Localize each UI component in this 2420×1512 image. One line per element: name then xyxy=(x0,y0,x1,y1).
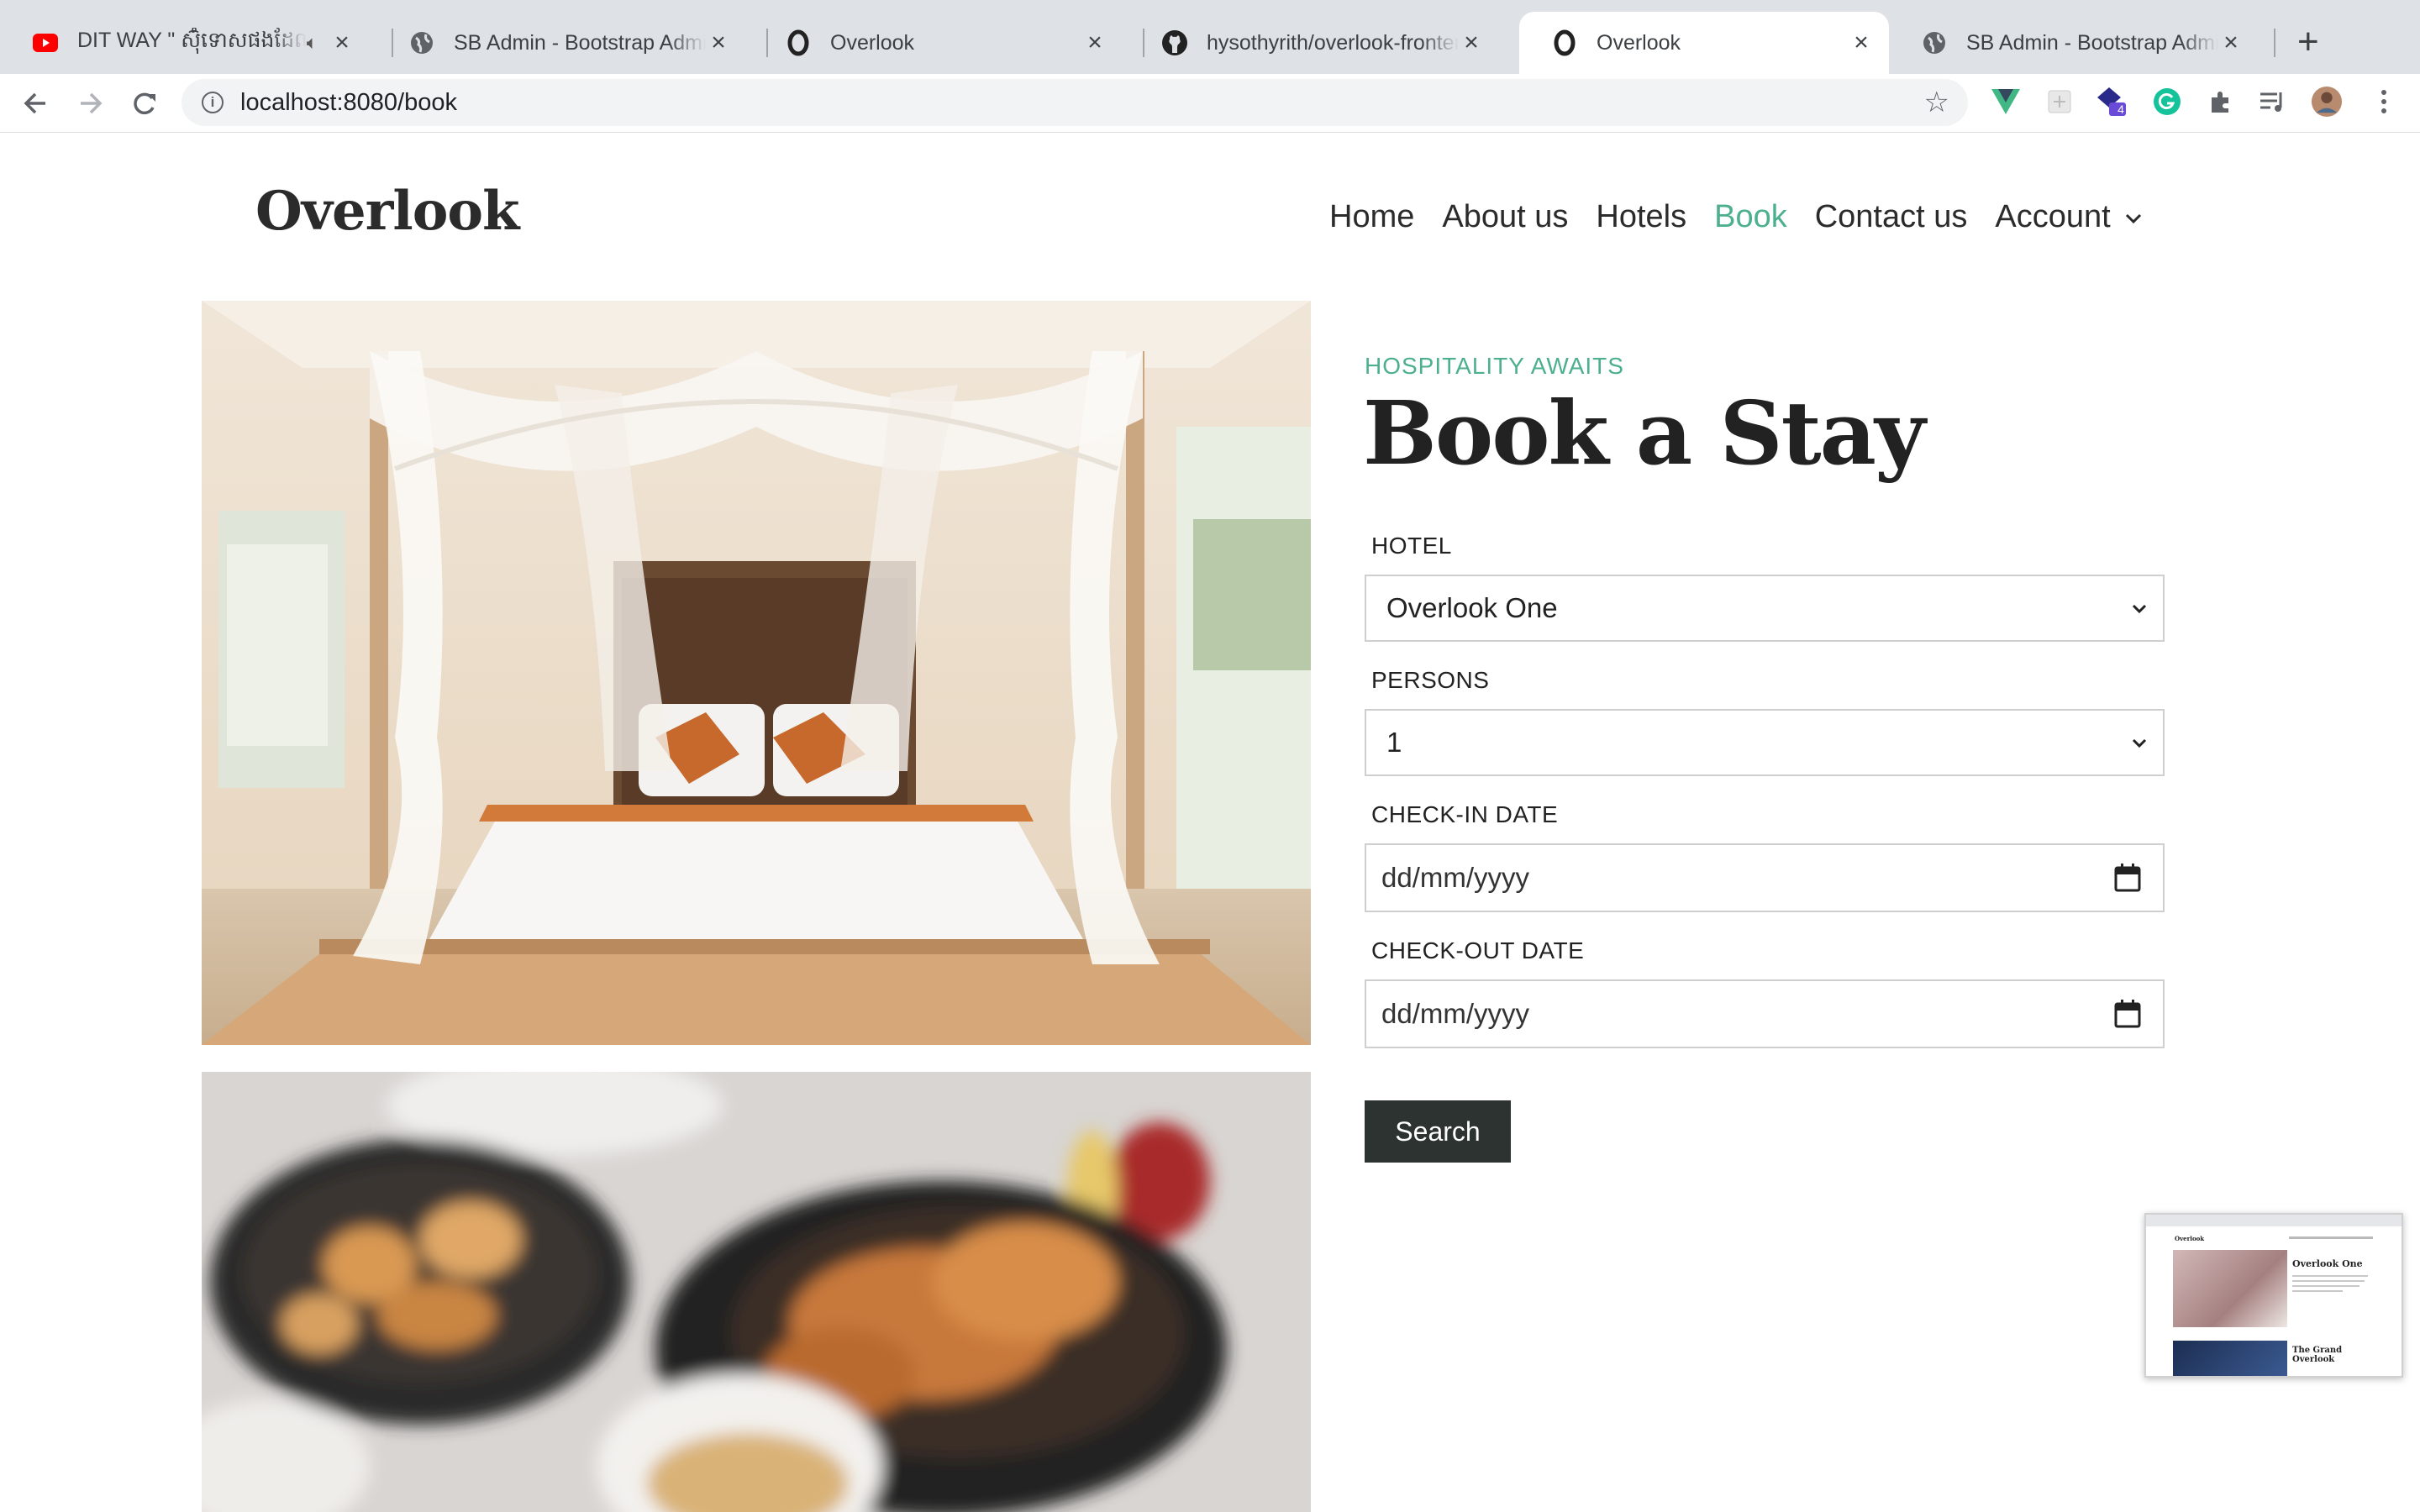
thumbnail-brand: Overlook xyxy=(2175,1235,2205,1242)
persons-label: PERSONS xyxy=(1371,667,1490,693)
close-tab-icon[interactable]: × xyxy=(2218,29,2244,57)
browser-tab-active[interactable]: Overlook × xyxy=(1519,12,1889,74)
site-info-icon[interactable]: i xyxy=(202,92,224,113)
hotel-label: HOTEL xyxy=(1371,533,1452,559)
persons-select[interactable]: 1 xyxy=(1365,709,2165,776)
vue-devtools-icon[interactable] xyxy=(1990,86,2022,118)
checkin-placeholder: dd/mm/yyyy xyxy=(1381,862,1530,893)
browser-tab[interactable]: Overlook × xyxy=(753,12,1123,74)
overlook-o-icon xyxy=(785,29,812,56)
hotel-select[interactable]: Overlook One xyxy=(1365,575,2165,642)
address-bar[interactable]: i localhost:8080/book ☆ xyxy=(182,79,1968,126)
checkout-placeholder: dd/mm/yyyy xyxy=(1381,998,1530,1029)
nav-about-us[interactable]: About us xyxy=(1442,192,1568,244)
nav-account[interactable]: Account xyxy=(1995,192,2143,244)
globe-icon xyxy=(1921,29,1948,56)
media-queue-icon[interactable] xyxy=(2257,86,2289,118)
globe-icon xyxy=(408,29,435,56)
close-tab-icon[interactable]: × xyxy=(329,29,355,57)
site-logo[interactable]: Overlook xyxy=(255,180,519,243)
nav-contact-us[interactable]: Contact us xyxy=(1815,192,1968,244)
browser-tabstrip: DIT WAY " ស៊ុំទោសផងដែល 🔈︎ × SB Admin - B… xyxy=(0,0,2420,74)
close-tab-icon[interactable]: × xyxy=(1459,29,1484,57)
section-eyebrow: HOSPITALITY AWAITS xyxy=(1365,353,1624,379)
kebab-menu-icon[interactable] xyxy=(2368,86,2400,118)
tab-title: SB Admin - Bootstrap Admin xyxy=(454,30,706,55)
calendar-icon[interactable] xyxy=(2114,1000,2141,1035)
main-nav: Home About us Hotels Book Contact us Acc… xyxy=(1329,192,2143,244)
browser-tab[interactable]: SB Admin - Bootstrap Admin × xyxy=(376,12,746,74)
hotel-selected-value: Overlook One xyxy=(1386,592,1558,623)
new-tab-plus-icon[interactable]: + xyxy=(2297,20,2319,64)
puzzle-extensions-icon[interactable] xyxy=(2205,86,2237,118)
forward-arrow-icon[interactable] xyxy=(76,82,106,136)
youtube-icon xyxy=(32,29,59,56)
nav-hotels[interactable]: Hotels xyxy=(1596,192,1686,244)
nav-account-label: Account xyxy=(1995,199,2111,234)
page-title: Book a Stay xyxy=(1363,381,1925,485)
avatar[interactable] xyxy=(2311,86,2343,118)
checkout-date-input[interactable]: dd/mm/yyyy xyxy=(1365,979,2165,1048)
github-icon xyxy=(1161,29,1188,56)
extension-badge-icon[interactable]: 4 xyxy=(2096,86,2128,118)
back-arrow-icon[interactable] xyxy=(20,82,50,136)
reload-icon[interactable] xyxy=(129,82,160,136)
checkout-label: CHECK-OUT DATE xyxy=(1371,937,1585,963)
tab-title: SB Admin - Bootstrap Admin xyxy=(1966,30,2218,55)
nav-book[interactable]: Book xyxy=(1714,192,1787,244)
bookmark-star-icon[interactable]: ☆ xyxy=(1924,86,1949,119)
nav-home[interactable]: Home xyxy=(1329,192,1414,244)
checkin-label: CHECK-IN DATE xyxy=(1371,801,1559,827)
browser-tab[interactable]: DIT WAY " ស៊ុំទោសផងដែល 🔈︎ × xyxy=(0,12,370,74)
tab-preview-thumbnail[interactable]: Overlook Overlook One The Grand Overlook xyxy=(2144,1213,2403,1378)
overlook-o-icon xyxy=(1551,29,1578,56)
browser-toolbar: i localhost:8080/book ☆ 4 xyxy=(0,74,2420,133)
thumbnail-browser-bar xyxy=(2146,1215,2402,1226)
search-button[interactable]: Search xyxy=(1365,1100,1511,1163)
thumbnail-hotel-title-2: The Grand Overlook xyxy=(2292,1346,2343,1364)
thumbnail-nav xyxy=(2289,1236,2373,1239)
speaker-icon[interactable]: 🔈︎ xyxy=(307,32,318,54)
tab-title: Overlook xyxy=(830,30,915,55)
grammarly-icon[interactable] xyxy=(2151,86,2183,118)
thumbnail-hotel-image-2 xyxy=(2173,1341,2287,1376)
checkin-date-input[interactable]: dd/mm/yyyy xyxy=(1365,843,2165,912)
extension-grid-icon[interactable] xyxy=(2044,86,2075,118)
calendar-icon[interactable] xyxy=(2114,864,2141,899)
bedroom-photo xyxy=(202,301,1311,1045)
chevron-down-icon xyxy=(2131,731,2148,763)
persons-selected-value: 1 xyxy=(1386,727,1402,758)
thumbnail-hotel-title: Overlook One xyxy=(2292,1258,2363,1269)
tab-title: DIT WAY " ស៊ុំទោសផងដែល xyxy=(77,29,307,52)
close-tab-icon[interactable]: × xyxy=(706,29,731,57)
chevron-down-icon xyxy=(2131,596,2148,628)
extension-badge-count: 4 xyxy=(2118,102,2124,116)
tab-title: hysothyrith/overlook-frontend xyxy=(1207,30,1459,55)
breakfast-photo xyxy=(202,1072,1311,1512)
close-tab-icon[interactable]: × xyxy=(1082,29,1107,57)
tab-title: Overlook xyxy=(1597,30,1681,55)
chevron-down-icon xyxy=(2124,207,2143,229)
url-text: localhost:8080/book xyxy=(240,88,457,116)
browser-tab[interactable]: hysothyrith/overlook-frontend × xyxy=(1129,12,1499,74)
close-tab-icon[interactable]: × xyxy=(1849,29,1874,57)
browser-tab[interactable]: SB Admin - Bootstrap Admin × xyxy=(1889,12,2259,74)
thumbnail-hotel-image xyxy=(2173,1250,2287,1327)
